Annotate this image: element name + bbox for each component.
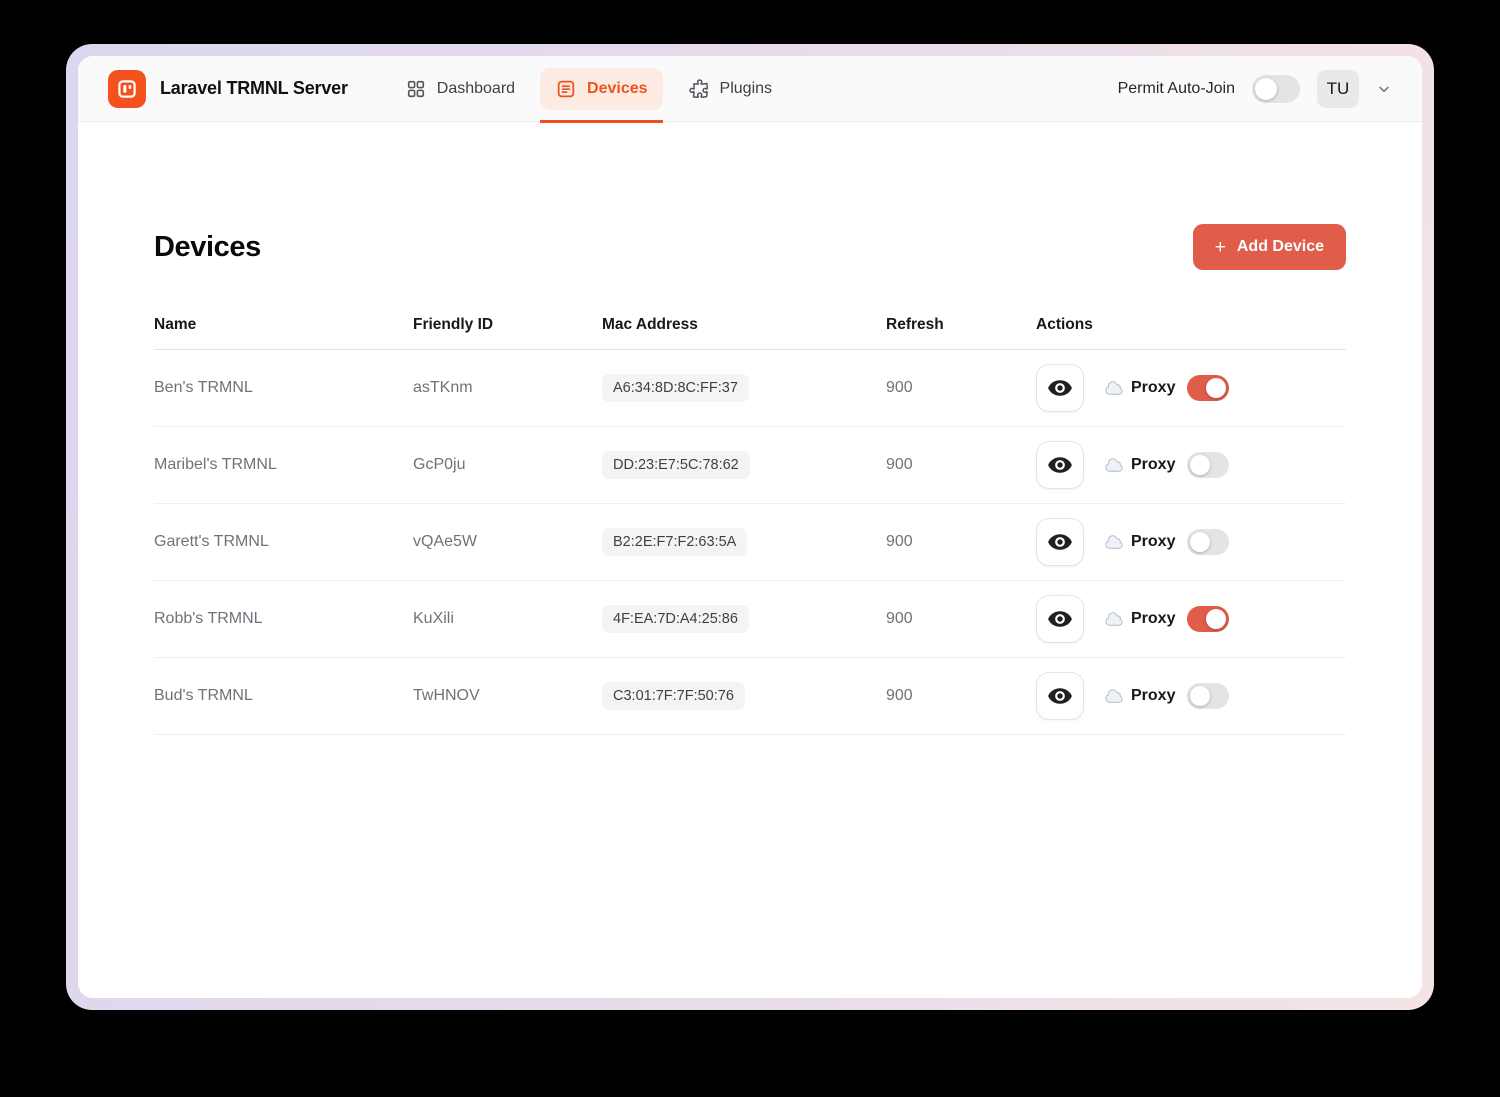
view-device-button[interactable]: [1036, 595, 1084, 643]
devices-table: Name Friendly ID Mac Address Refresh Act…: [154, 316, 1346, 735]
device-actions: Proxy: [1036, 595, 1346, 643]
mac-address-badge: A6:34:8D:8C:FF:37: [602, 374, 749, 402]
device-actions: Proxy: [1036, 518, 1346, 566]
device-refresh: 900: [886, 610, 1036, 628]
table-row: Robb's TRMNL KuXili 4F:EA:7D:A4:25:86 90…: [154, 581, 1346, 658]
device-actions: Proxy: [1036, 672, 1346, 720]
table-row: Garett's TRMNL vQAe5W B2:2E:F7:F2:63:5A …: [154, 504, 1346, 581]
device-name: Bud's TRMNL: [154, 687, 413, 705]
main-nav: Dashboard Devices Plugins: [390, 68, 787, 110]
table-header-row: Name Friendly ID Mac Address Refresh Act…: [154, 316, 1346, 350]
device-refresh: 900: [886, 687, 1036, 705]
table-row: Ben's TRMNL asTKnm A6:34:8D:8C:FF:37 900…: [154, 350, 1346, 427]
nav-label-dashboard: Dashboard: [437, 80, 515, 98]
cloud-icon: [1104, 609, 1124, 629]
nav-item-dashboard[interactable]: Dashboard: [390, 68, 530, 110]
add-device-button[interactable]: + Add Device: [1193, 224, 1346, 270]
device-refresh: 900: [886, 379, 1036, 397]
device-name: Ben's TRMNL: [154, 379, 413, 397]
device-actions: Proxy: [1036, 441, 1346, 489]
toggle-knob: [1255, 78, 1277, 100]
cloud-icon: [1104, 378, 1124, 398]
view-device-button[interactable]: [1036, 672, 1084, 720]
toggle-knob: [1206, 378, 1226, 398]
device-refresh: 900: [886, 456, 1036, 474]
top-navigation-bar: Laravel TRMNL Server Dashboard: [78, 56, 1422, 122]
app-logo: [108, 70, 146, 108]
mac-address-badge: 4F:EA:7D:A4:25:86: [602, 605, 749, 633]
app-title: Laravel TRMNL Server: [160, 78, 348, 99]
proxy-toggle[interactable]: [1187, 375, 1229, 401]
window-frame: Laravel TRMNL Server Dashboard: [66, 44, 1434, 1010]
column-header-actions: Actions: [1036, 316, 1346, 334]
proxy-label: Proxy: [1131, 610, 1175, 628]
user-menu-button[interactable]: [1376, 81, 1392, 97]
eye-icon: [1047, 452, 1073, 478]
device-friendly-id: vQAe5W: [413, 533, 602, 551]
device-list-icon: [555, 78, 577, 100]
view-device-button[interactable]: [1036, 518, 1084, 566]
eye-icon: [1047, 529, 1073, 555]
device-name: Garett's TRMNL: [154, 533, 413, 551]
device-refresh: 900: [886, 533, 1036, 551]
toggle-knob: [1206, 609, 1226, 629]
trmnl-device-icon: [115, 77, 139, 101]
eye-icon: [1047, 375, 1073, 401]
toggle-knob: [1190, 455, 1210, 475]
device-name: Robb's TRMNL: [154, 610, 413, 628]
permit-auto-join-label: Permit Auto-Join: [1118, 80, 1235, 98]
proxy-label: Proxy: [1131, 379, 1175, 397]
table-body: Ben's TRMNL asTKnm A6:34:8D:8C:FF:37 900…: [154, 350, 1346, 735]
proxy-toggle[interactable]: [1187, 529, 1229, 555]
mac-address-badge: B2:2E:F7:F2:63:5A: [602, 528, 747, 556]
mac-address-badge: DD:23:E7:5C:78:62: [602, 451, 750, 479]
puzzle-icon: [688, 78, 710, 100]
page-title: Devices: [154, 231, 261, 264]
toggle-knob: [1190, 532, 1210, 552]
page-header-row: Devices + Add Device: [154, 224, 1346, 270]
proxy-label: Proxy: [1131, 533, 1175, 551]
device-friendly-id: TwHNOV: [413, 687, 602, 705]
main-content: Devices + Add Device Name Friendly ID Ma…: [78, 122, 1422, 998]
nav-item-plugins[interactable]: Plugins: [673, 68, 787, 110]
eye-icon: [1047, 683, 1073, 709]
proxy-toggle[interactable]: [1187, 452, 1229, 478]
table-row: Maribel's TRMNL GcP0ju DD:23:E7:5C:78:62…: [154, 427, 1346, 504]
view-device-button[interactable]: [1036, 441, 1084, 489]
device-actions: Proxy: [1036, 364, 1346, 412]
mac-address-badge: C3:01:7F:7F:50:76: [602, 682, 745, 710]
user-avatar[interactable]: TU: [1317, 70, 1359, 108]
header-right-group: Permit Auto-Join TU: [1118, 70, 1392, 108]
column-header-name: Name: [154, 316, 413, 334]
device-friendly-id: asTKnm: [413, 379, 602, 397]
cloud-icon: [1104, 686, 1124, 706]
nav-item-devices[interactable]: Devices: [540, 68, 663, 110]
cloud-icon: [1104, 455, 1124, 475]
proxy-label: Proxy: [1131, 687, 1175, 705]
table-row: Bud's TRMNL TwHNOV C3:01:7F:7F:50:76 900…: [154, 658, 1346, 735]
nav-label-plugins: Plugins: [720, 80, 772, 98]
proxy-label: Proxy: [1131, 456, 1175, 474]
device-friendly-id: GcP0ju: [413, 456, 602, 474]
device-friendly-id: KuXili: [413, 610, 602, 628]
chevron-down-icon: [1376, 81, 1392, 97]
app-window: Laravel TRMNL Server Dashboard: [78, 56, 1422, 998]
device-name: Maribel's TRMNL: [154, 456, 413, 474]
column-header-mac-address: Mac Address: [602, 316, 886, 334]
permit-auto-join-toggle[interactable]: [1252, 75, 1300, 103]
add-device-label: Add Device: [1237, 238, 1324, 256]
nav-label-devices: Devices: [587, 80, 648, 98]
proxy-toggle[interactable]: [1187, 683, 1229, 709]
column-header-friendly-id: Friendly ID: [413, 316, 602, 334]
plus-icon: +: [1215, 238, 1226, 257]
eye-icon: [1047, 606, 1073, 632]
column-header-refresh: Refresh: [886, 316, 1036, 334]
grid-icon: [405, 78, 427, 100]
toggle-knob: [1190, 686, 1210, 706]
cloud-icon: [1104, 532, 1124, 552]
proxy-toggle[interactable]: [1187, 606, 1229, 632]
view-device-button[interactable]: [1036, 364, 1084, 412]
